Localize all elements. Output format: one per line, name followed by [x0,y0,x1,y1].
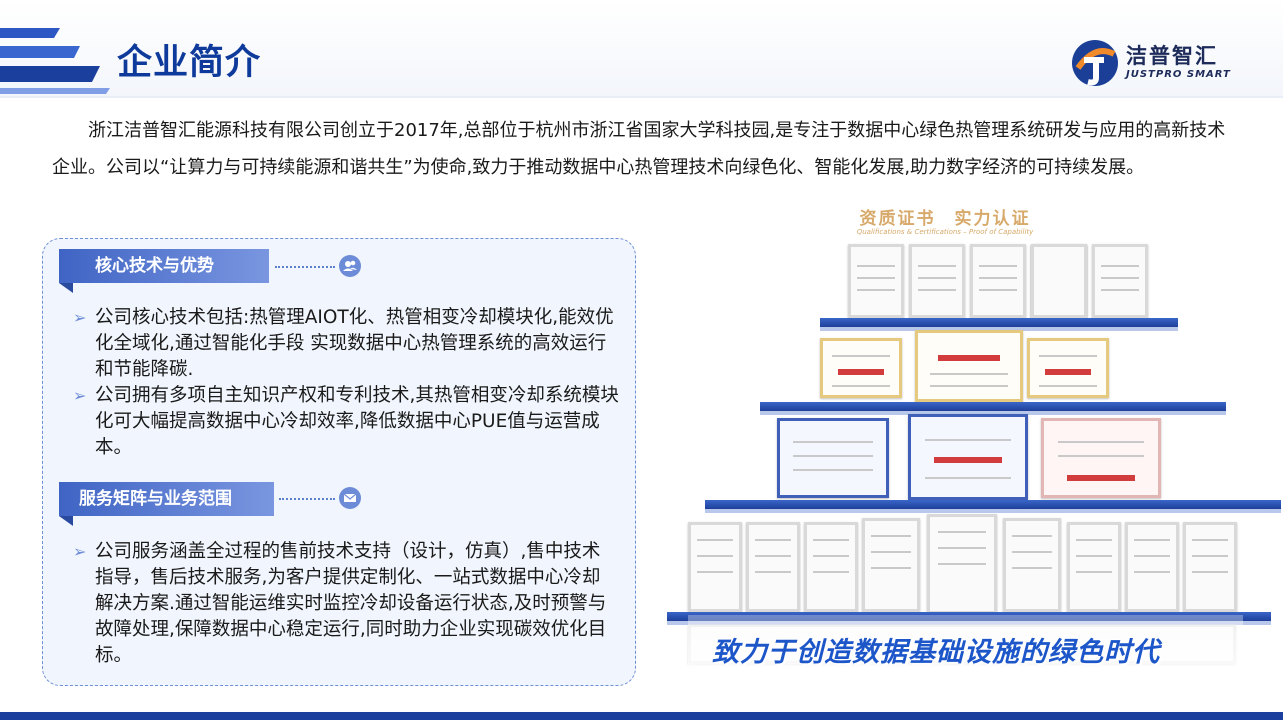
dotted-connector [279,498,335,500]
certificate-image [908,414,1028,500]
chevron-right-icon: ➢ [73,386,87,405]
certificate-image [777,418,889,498]
bullet-text: 公司服务涵盖全过程的售前技术支持（设计，仿真）,售中技术指导，售后技术服务,为客… [95,541,607,666]
certificate-subheading: Qualifications & Certifications – Proof … [856,228,1034,236]
certificate-heading: 资质证书 实力认证 [859,209,1031,229]
tech-and-service-panel: 核心技术与优势 ➢ 公司核心技术包括:热管理AIOT化、热管相变冷却模块化,能效… [42,238,636,686]
section-tab-core-tech: 核心技术与优势 [59,249,269,283]
certificate-image [1003,518,1061,612]
company-logo: 洁普智汇 JUSTPRO SMART [1070,38,1245,88]
bullet-text: 公司拥有多项自主知识产权和专利技术,其热管相变冷却系统模块化可大幅提高数据中心冷… [95,385,619,458]
header-stripes-decoration [0,28,110,94]
core-tech-bullets: ➢ 公司核心技术包括:热管理AIOT化、热管相变冷却模块化,能效优化全域化,通过… [73,305,623,461]
logo-chinese-name: 洁普智汇 [1126,44,1218,68]
certificate-image [1125,522,1179,612]
company-slogan: 致力于创造数据基础设施的绿色时代 [712,637,1160,668]
certificate-image [820,338,902,398]
list-item: ➢ 公司核心技术包括:热管理AIOT化、热管相变冷却模块化,能效优化全域化,通过… [73,305,621,383]
company-intro-paragraph: 浙江洁普智汇能源科技有限公司创立于2017年,总部位于杭州市浙江省国家大学科技园… [52,120,1226,178]
display-shelf [820,318,1178,331]
list-item: ➢ 公司拥有多项自主知识产权和专利技术,其热管相变冷却系统模块化可大幅提高数据中… [73,383,621,461]
chevron-right-icon: ➢ [73,542,87,561]
certificate-image [1031,244,1087,318]
certificate-image [927,514,997,614]
list-item: ➢ 公司服务涵盖全过程的售前技术支持（设计，仿真）,售中技术指导，售后技术服务,… [73,539,618,669]
certificate-image [1041,418,1161,498]
users-icon [339,255,361,277]
chevron-right-icon: ➢ [73,308,87,327]
tab-fold-decoration [59,283,73,293]
display-shelf [705,500,1281,513]
certificate-image [915,330,1023,402]
certificate-image [909,244,965,318]
tab-fold-decoration [59,516,73,526]
section-title: 服务矩阵与业务范围 [79,489,232,509]
bullet-text: 公司核心技术包括:热管理AIOT化、热管相变冷却模块化,能效优化全域化,通过智能… [95,307,614,380]
mail-icon [339,487,361,509]
service-bullets: ➢ 公司服务涵盖全过程的售前技术支持（设计，仿真）,售中技术指导，售后技术服务,… [73,539,633,669]
footer-bar [0,712,1283,720]
certificate-image [746,522,800,612]
page-header: 企业简介 洁普智汇 JUSTPRO SMART [0,0,1283,98]
display-shelf [760,402,1226,415]
certificate-image [804,522,858,612]
certificate-image [1183,522,1237,612]
logo-english-name: JUSTPRO SMART [1126,69,1231,80]
dotted-connector [275,266,335,268]
certificate-image [1027,338,1109,398]
certificate-image [970,244,1026,318]
certificate-image [848,244,904,318]
certificate-image [862,518,920,612]
certificate-image [1092,244,1148,318]
certificate-image [1067,522,1121,612]
section-title: 核心技术与优势 [95,256,214,276]
logo-mark-icon [1072,40,1118,86]
section-tab-service-matrix: 服务矩阵与业务范围 [59,482,274,516]
certificate-image [688,522,742,612]
page-title: 企业简介 [117,43,262,83]
